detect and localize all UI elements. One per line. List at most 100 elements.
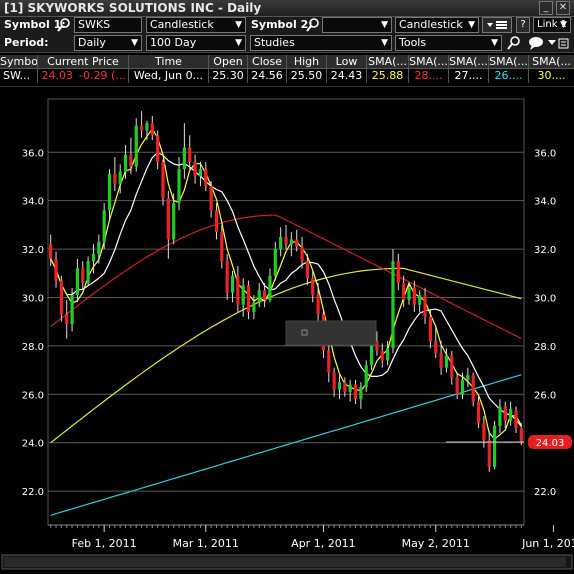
cell-high: 25.50 — [287, 69, 327, 83]
search-icon[interactable] — [57, 17, 71, 36]
candle — [471, 372, 475, 407]
candle-body — [455, 377, 459, 395]
period-select[interactable]: Daily — [74, 35, 142, 51]
col-low[interactable]: Low — [327, 55, 367, 69]
candle-body — [492, 425, 497, 467]
col-close[interactable]: Close — [248, 55, 287, 69]
candle-body — [311, 278, 315, 296]
candle-body — [428, 316, 433, 342]
candle-body — [471, 374, 475, 402]
candle-body — [230, 275, 235, 293]
zoom-icon[interactable] — [506, 35, 522, 54]
candle-body — [487, 440, 491, 467]
candle-body — [193, 161, 197, 177]
col-symbol[interactable]: Symbol — [0, 55, 38, 69]
y-tick-label-right: 30.0 — [534, 293, 556, 304]
symbol1-value: SWKS — [78, 18, 111, 31]
symbol2-input[interactable] — [322, 17, 392, 33]
candle-body — [150, 123, 154, 136]
cell-time: Wed, Jun 0... — [129, 69, 209, 83]
candle-body — [54, 258, 58, 281]
studies-select[interactable]: Studies — [250, 35, 392, 51]
candle-body — [418, 295, 422, 305]
tools-value: Tools — [399, 36, 427, 49]
candle-body — [423, 295, 427, 317]
col-sma2[interactable]: SMA(... — [409, 55, 449, 69]
candle-body — [188, 147, 192, 162]
candle-body — [204, 169, 208, 187]
x-tick-label: Feb 1, 2011 — [72, 537, 137, 550]
candle-body — [396, 261, 400, 283]
candle-body — [337, 382, 342, 390]
col-sma1[interactable]: SMA(... — [367, 55, 409, 69]
cell-change: -0.29 (... — [76, 69, 129, 83]
x-tick-label: May 2, 2011 — [402, 537, 470, 550]
link-select[interactable]: Link 1 — [533, 17, 571, 33]
chart-type2-value: Candlestick — [399, 18, 463, 31]
col-sma3[interactable]: SMA(... — [449, 55, 489, 69]
chart-window: [1] SKYWORKS SOLUTIONS INC - Daily _ ✕ S… — [0, 0, 574, 574]
candle — [391, 249, 395, 354]
minimize-button[interactable]: _ — [539, 1, 553, 15]
candle-body — [434, 341, 438, 354]
col-time[interactable]: Time — [129, 55, 209, 69]
candle-body — [279, 236, 283, 250]
col-current-price[interactable]: Current Price — [38, 55, 129, 69]
symbol1-input[interactable]: SWKS — [74, 17, 142, 33]
col-high[interactable]: High — [287, 55, 327, 69]
cell-low: 24.43 — [327, 69, 367, 83]
y-tick-label-right: 32.0 — [534, 245, 556, 256]
help-button[interactable]: ? — [516, 17, 530, 33]
candle-body — [241, 285, 245, 305]
candle-body — [134, 125, 138, 167]
candle-body — [412, 287, 416, 305]
chart-panel[interactable]: 36.0 36.0 34.0 34.0 32.0 32.0 30.0 30.0 28.0 28.0… — [0, 86, 574, 574]
candle-body — [166, 198, 170, 240]
tools-select[interactable]: Tools — [395, 35, 502, 51]
candle-body — [316, 295, 320, 315]
candle-body — [284, 236, 288, 245]
col-sma4[interactable]: SMA(... — [489, 55, 529, 69]
search-icon-2[interactable] — [306, 17, 320, 36]
candle-body — [161, 161, 165, 199]
candle-body — [386, 348, 390, 361]
range-select[interactable]: 100 Day — [146, 35, 246, 51]
candle-body — [214, 210, 219, 233]
list-menu-icon[interactable] — [482, 17, 512, 33]
quote-row[interactable]: SW... 24.03 -0.29 (... Wed, Jun 0... 25.… — [0, 69, 574, 84]
col-open[interactable]: Open — [209, 55, 248, 69]
candle-body — [268, 275, 272, 300]
chart-type1-select[interactable]: Candlestick — [146, 17, 246, 33]
settings-icon[interactable] — [546, 36, 570, 53]
candle-body — [300, 246, 304, 262]
candle-body — [225, 261, 229, 293]
candle-body — [139, 125, 144, 131]
candle-body — [118, 171, 122, 184]
y-tick-label-left: 26.0 — [22, 390, 44, 401]
title-bar[interactable]: [1] SKYWORKS SOLUTIONS INC - Daily _ ✕ — [0, 0, 574, 17]
candle-body — [466, 374, 470, 380]
chart-type2-select[interactable]: Candlestick — [395, 17, 479, 33]
candle-body — [156, 135, 160, 162]
candle-body — [70, 295, 74, 325]
comment-icon[interactable] — [526, 35, 544, 54]
cell-sma2: 28.... — [409, 69, 449, 83]
price-chart[interactable]: 36.0 36.0 34.0 34.0 32.0 32.0 30.0 30.0 28.0 28.0… — [0, 87, 574, 574]
candle-body — [102, 210, 106, 242]
cell-sma5: 30.... — [537, 69, 566, 82]
cell-symbol: SW... — [0, 69, 38, 83]
candle-body — [145, 123, 149, 131]
candle-body — [402, 282, 406, 300]
close-button[interactable]: ✕ — [556, 1, 570, 15]
candle-body — [295, 239, 299, 247]
candle-body — [450, 355, 454, 378]
period-value: Daily — [78, 36, 106, 49]
candle-body — [113, 174, 117, 184]
col-sma5[interactable]: SMA(... — [529, 55, 574, 69]
candle-body — [514, 411, 518, 429]
candle-body — [75, 268, 80, 296]
candle-body — [49, 244, 53, 259]
chart-type1-value: Candlestick — [150, 18, 214, 31]
candle-body — [359, 387, 363, 400]
candle-body — [343, 382, 347, 392]
